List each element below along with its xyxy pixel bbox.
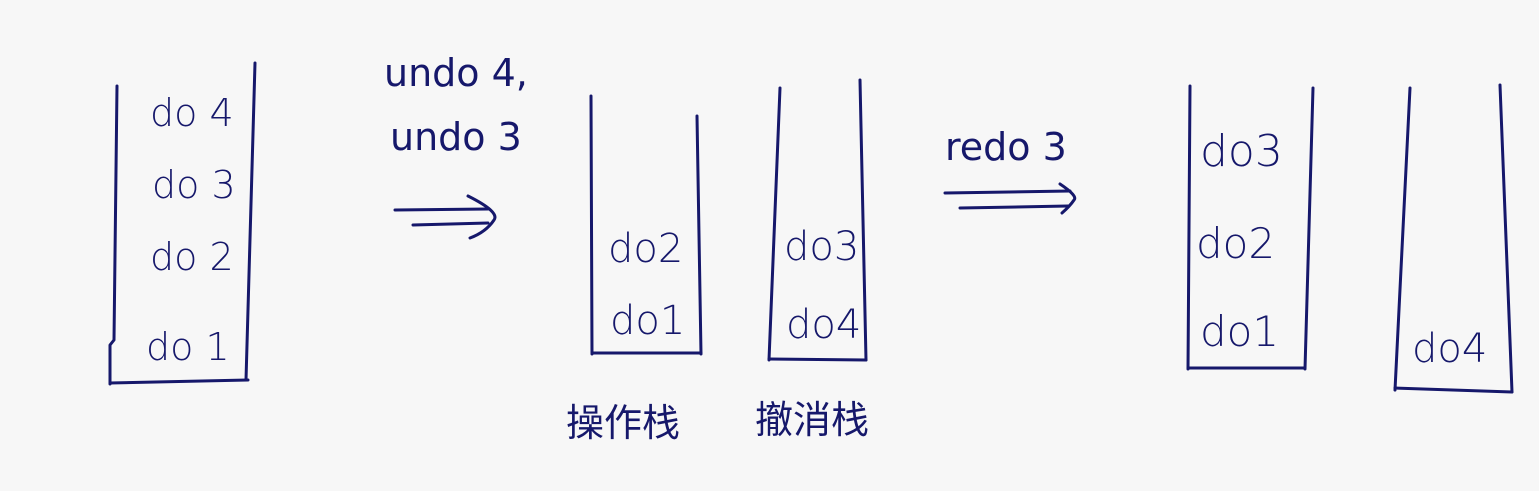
stack-right-wall bbox=[1498, 83, 1514, 394]
stack-item: do4 bbox=[1412, 326, 1487, 372]
stack-item: do 2 bbox=[150, 235, 234, 279]
transition-label: undo 3 bbox=[390, 115, 522, 159]
stack-item: do1 bbox=[610, 298, 685, 344]
stack-item: do 1 bbox=[146, 325, 230, 369]
double-arrow-icon bbox=[943, 182, 1077, 215]
stack-bottom bbox=[1393, 386, 1514, 394]
stack-left-wall bbox=[767, 86, 782, 362]
stack-undo-after: do4 bbox=[1393, 83, 1514, 394]
stack-left-wall bbox=[1186, 84, 1192, 371]
undo-redo-diagram: do 4 do 3 do 2 do 1 undo 4, undo 3 do2 d… bbox=[108, 51, 1514, 445]
stack-bottom bbox=[108, 378, 250, 385]
stack-item: do3 bbox=[1200, 126, 1283, 177]
stack-right-wall bbox=[1303, 86, 1315, 371]
stack-item: do 3 bbox=[152, 163, 236, 207]
transition-redo: redo 3 bbox=[943, 125, 1077, 215]
stack-operation-after: do3 do2 do1 bbox=[1186, 84, 1315, 371]
stack-item: do3 bbox=[784, 224, 859, 270]
stack-left-wall bbox=[108, 84, 119, 386]
stack-item: do2 bbox=[1196, 219, 1275, 268]
stack-initial: do 4 do 3 do 2 do 1 bbox=[108, 61, 257, 386]
stack-right-wall bbox=[695, 114, 703, 356]
stack-right-wall bbox=[244, 61, 257, 382]
stack-item: do2 bbox=[608, 226, 683, 272]
transition-undo: undo 4, undo 3 bbox=[384, 51, 528, 240]
transition-label: redo 3 bbox=[945, 125, 1067, 169]
stack-bottom bbox=[767, 357, 868, 362]
stack-undo: do3 do4 撤消栈 bbox=[755, 78, 869, 442]
stack-label: 操作栈 bbox=[566, 401, 680, 445]
stack-label: 撤消栈 bbox=[755, 398, 869, 442]
stack-item: do4 bbox=[786, 302, 861, 348]
transition-label: undo 4, bbox=[384, 51, 528, 95]
stack-left-wall bbox=[589, 94, 594, 356]
stack-item: do1 bbox=[1200, 307, 1279, 356]
double-arrow-icon bbox=[393, 194, 497, 240]
stack-item: do 4 bbox=[150, 91, 234, 135]
stack-operation: do2 do1 操作栈 bbox=[566, 94, 703, 445]
stack-left-wall bbox=[1393, 86, 1412, 392]
